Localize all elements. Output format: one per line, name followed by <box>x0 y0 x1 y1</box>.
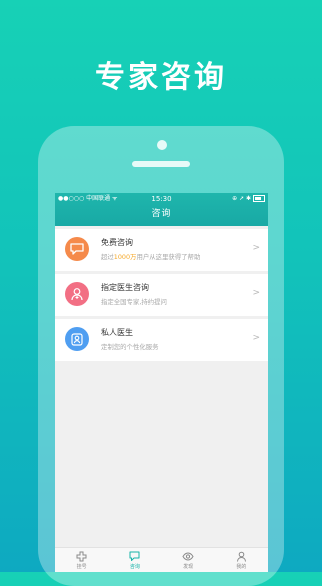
tab-consult[interactable]: 咨询 <box>108 548 161 572</box>
sub-highlight: 1000万 <box>113 253 137 261</box>
status-icons: ⊕ ➚ ✱ <box>232 193 265 205</box>
status-icons-text: ⊕ ➚ ✱ <box>232 195 252 202</box>
item-title: 私人医生 <box>101 328 133 337</box>
chevron-right-icon: > <box>252 288 260 298</box>
item-title: 免费咨询 <box>101 238 133 247</box>
sub-suffix: 用户从这里获得了帮助 <box>136 253 201 261</box>
chat-icon <box>129 551 140 561</box>
tab-label: 咨询 <box>129 564 140 570</box>
app-screen: ●●○○○ 中国联通 ᯤ 15:30 ⊕ ➚ ✱ 咨询 免费咨询 超过1000万… <box>55 193 268 572</box>
tab-register[interactable]: 挂号 <box>55 548 108 572</box>
doctor-icon <box>65 282 89 306</box>
tab-mine[interactable]: 我的 <box>215 548 268 572</box>
tab-label: 我的 <box>236 564 247 570</box>
nav-title: 咨询 <box>151 209 172 219</box>
consult-list: 免费咨询 超过1000万用户从这里获得了帮助 > 指定医生咨询 指定全国专家,持… <box>55 229 268 361</box>
item-subtitle: 定制您的个性化服务 <box>101 343 159 351</box>
tab-label: 挂号 <box>76 564 87 570</box>
private-doctor-icon <box>65 327 89 351</box>
tab-discover[interactable]: 发现 <box>162 548 215 572</box>
page-headline: 专家咨询 <box>95 60 227 95</box>
item-subtitle: 超过1000万用户从这里获得了帮助 <box>101 252 200 261</box>
status-bar: ●●○○○ 中国联通 ᯤ 15:30 ⊕ ➚ ✱ <box>55 193 268 205</box>
phone-camera <box>157 140 167 150</box>
chevron-right-icon: > <box>252 243 260 253</box>
battery-icon <box>253 195 265 202</box>
list-item-private-doctor[interactable]: 私人医生 定制您的个性化服务 > <box>55 319 268 361</box>
phone-speaker <box>132 161 190 167</box>
item-title: 指定医生咨询 <box>101 283 149 292</box>
cross-icon <box>76 551 87 562</box>
list-item-free-consult[interactable]: 免费咨询 超过1000万用户从这里获得了帮助 > <box>55 229 268 271</box>
person-icon <box>236 551 246 562</box>
sub-prefix: 超过 <box>101 253 114 261</box>
chat-bubble-icon <box>65 237 89 261</box>
nav-bar: ●●○○○ 中国联通 ᯤ 15:30 ⊕ ➚ ✱ 咨询 <box>55 193 268 226</box>
list-item-specified-doctor[interactable]: 指定医生咨询 指定全国专家,持约提问 > <box>55 274 268 316</box>
chevron-right-icon: > <box>252 333 260 343</box>
item-subtitle: 指定全国专家,持约提问 <box>101 298 167 306</box>
tab-label: 发现 <box>183 564 194 570</box>
tab-bar: 挂号 咨询 发现 我的 <box>55 547 268 572</box>
eye-icon <box>182 552 194 561</box>
